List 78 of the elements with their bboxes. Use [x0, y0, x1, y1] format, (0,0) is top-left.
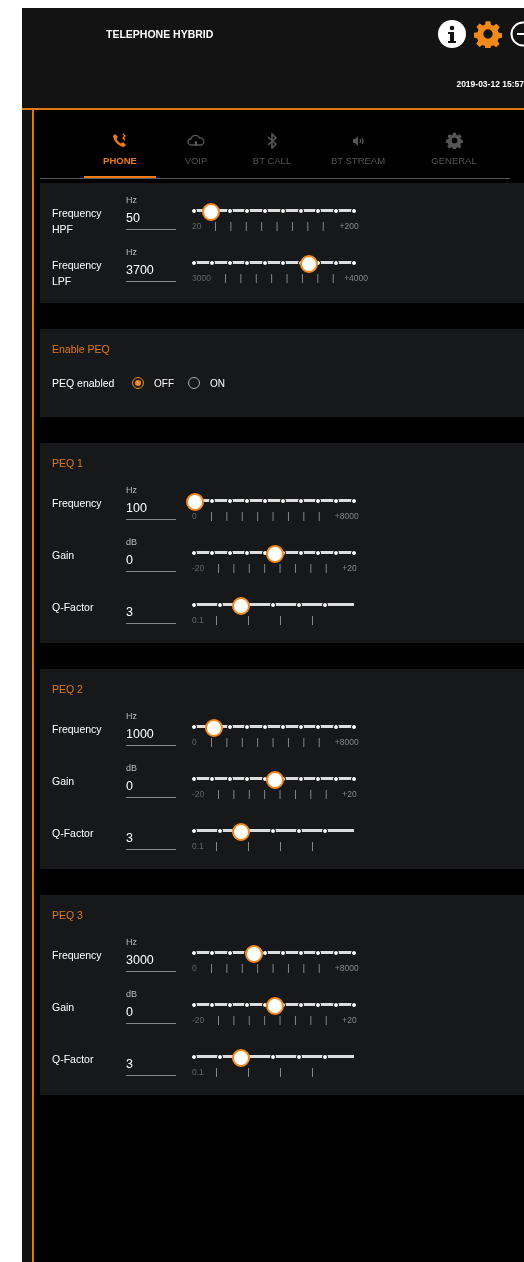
slider-thumb[interactable]	[299, 255, 318, 273]
option-label: OFF	[154, 377, 174, 389]
section-title: PEQ 2	[52, 683, 84, 695]
max-label: +8000	[334, 963, 359, 973]
max-label: +20	[342, 789, 357, 799]
field-label: Gain	[52, 548, 76, 563]
radio-option[interactable]: OFF	[132, 377, 174, 389]
slider-thumb[interactable]	[266, 997, 284, 1015]
max-label: +4000	[344, 273, 368, 283]
phone-icon	[112, 132, 128, 149]
field-label: Q-Factor	[52, 1052, 95, 1067]
field-label: Frequency LPF	[52, 258, 103, 289]
slider-thumb[interactable]	[245, 945, 264, 963]
section-title: PEQ 3	[52, 909, 84, 921]
slider-thumb[interactable]	[266, 771, 284, 789]
unit-label: dB	[126, 989, 138, 999]
field-label: Q-Factor	[52, 600, 95, 615]
value-field[interactable]: 3	[126, 585, 176, 624]
radio-option[interactable]: ON	[188, 377, 225, 389]
slider-thumb[interactable]	[205, 719, 224, 737]
app-title: TELEPHONE HYBRID	[106, 28, 214, 40]
value-field[interactable]: Hz 1000	[126, 707, 176, 746]
slider-thumb[interactable]	[202, 203, 220, 221]
field-label: PEQ enabled	[52, 377, 116, 389]
min-label: -20	[192, 1015, 205, 1025]
gear-icon	[445, 132, 463, 149]
max-label: +20	[342, 1015, 357, 1025]
date-time: 2019-03-12 15:57	[456, 79, 524, 89]
field-label: Gain	[52, 1000, 76, 1015]
unit-label: Hz	[126, 937, 138, 947]
min-label: 3000	[192, 273, 211, 283]
field-label: Frequency	[52, 496, 103, 511]
slider-thumb[interactable]	[232, 597, 251, 615]
unit-label: dB	[126, 537, 138, 547]
field-label: Frequency HPF	[52, 206, 103, 237]
section-title: PEQ 1	[52, 457, 84, 469]
value-field[interactable]: Hz 3000	[126, 933, 176, 972]
min-label: 0.1	[192, 841, 204, 851]
min-label: -20	[192, 563, 205, 573]
value-field[interactable]: Hz 100	[126, 481, 176, 520]
tab[interactable]: PHONE	[84, 118, 156, 178]
min-label: -20	[192, 789, 205, 799]
unit-label: Hz	[126, 485, 138, 495]
section-title: Enable PEQ	[52, 343, 111, 355]
unit-label: dB	[126, 763, 138, 773]
field-label: Q-Factor	[52, 826, 95, 841]
value-field[interactable]: dB 0	[126, 533, 176, 572]
slider-thumb[interactable]	[232, 823, 251, 841]
max-label: +200	[339, 221, 359, 231]
option-label: ON	[210, 377, 225, 389]
settings-icon[interactable]	[474, 20, 502, 48]
min-label: 0.1	[192, 1067, 204, 1077]
slider-thumb[interactable]	[266, 545, 284, 563]
value-field[interactable]: Hz 3700	[126, 243, 176, 282]
cloud-icon	[187, 132, 205, 149]
unit-label: Hz	[126, 195, 138, 205]
value-field[interactable]: dB 0	[126, 759, 176, 798]
value-field[interactable]: 3	[126, 1037, 176, 1076]
value-field[interactable]: dB 0	[126, 985, 176, 1024]
max-label: +8000	[334, 737, 359, 747]
unit-label: Hz	[126, 711, 138, 721]
unit-label: Hz	[126, 247, 138, 257]
min-label: 0	[192, 737, 197, 747]
field-label: Frequency	[52, 948, 103, 963]
min-label: 0	[192, 511, 197, 521]
min-label: 0.1	[192, 615, 204, 625]
min-label: 0	[192, 963, 197, 973]
field-label: Gain	[52, 774, 76, 789]
field-label: Frequency	[52, 722, 103, 737]
value-field[interactable]: Hz 50	[126, 191, 176, 230]
max-label: +20	[342, 563, 357, 573]
info-icon[interactable]	[438, 20, 466, 48]
slider-thumb[interactable]	[186, 493, 204, 511]
slider-thumb[interactable]	[232, 1049, 251, 1067]
min-label: 20	[192, 221, 202, 231]
value-field[interactable]: 3	[126, 811, 176, 850]
max-label: +8000	[334, 511, 359, 521]
bluetooth-icon	[266, 132, 278, 149]
